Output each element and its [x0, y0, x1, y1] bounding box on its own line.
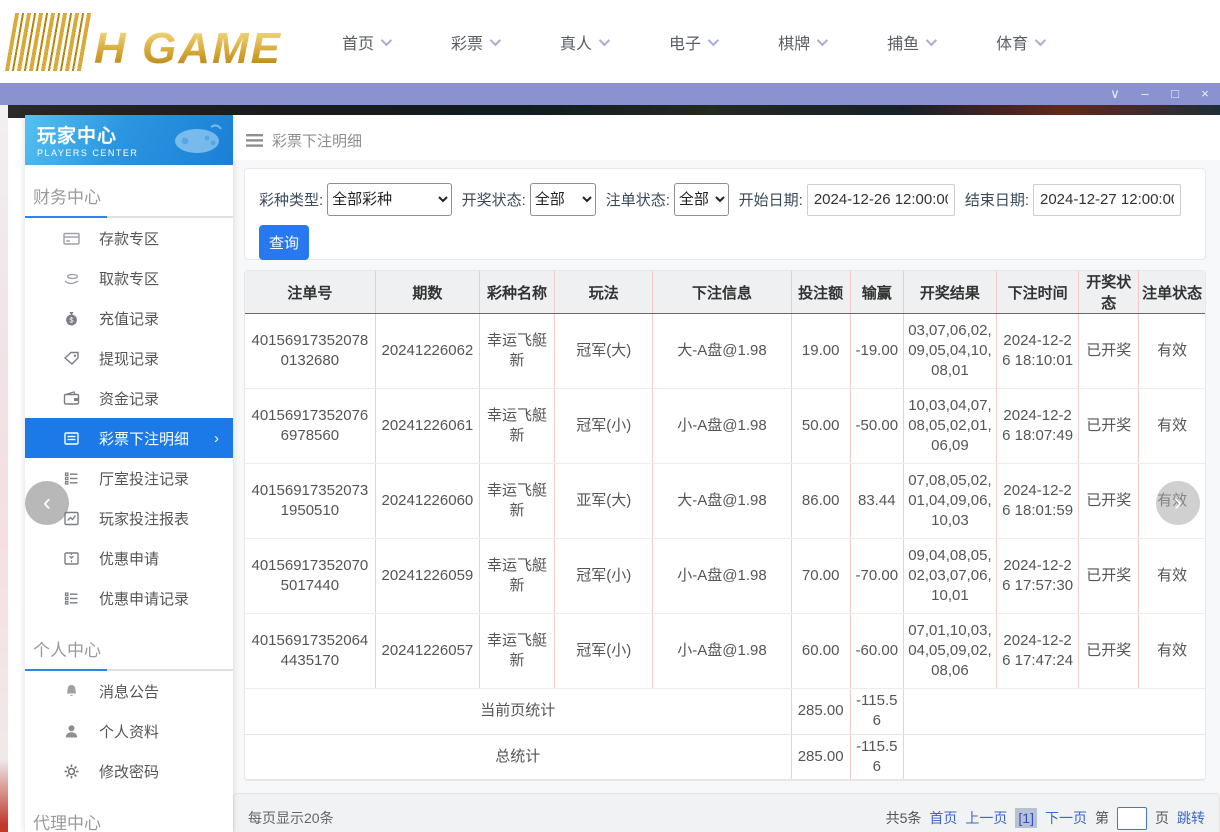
chevron-down-icon	[816, 34, 829, 46]
draw-status-select[interactable]: 全部	[529, 183, 596, 216]
window-minimize-icon[interactable]: –	[1130, 83, 1160, 105]
draw-status-label: 开奖状态:	[461, 192, 526, 209]
promo-apply-icon	[63, 550, 80, 567]
sidebar-item-announcements[interactable]: 消息公告	[25, 671, 233, 711]
table-row: 401569173520644435170 20241226057 幸运飞艇新 …	[245, 613, 1205, 689]
hamburger-icon[interactable]	[246, 134, 263, 147]
funds-wallet-icon	[63, 390, 80, 407]
scroll-left-arrow[interactable]: ‹	[25, 481, 69, 525]
next-page-link[interactable]: 下一页	[1045, 808, 1087, 828]
window-titlebar: ∨ – □ ×	[0, 83, 1220, 105]
order-status-label: 注单状态:	[605, 192, 670, 209]
section-divider	[25, 669, 233, 671]
page-title: 彩票下注明细	[272, 133, 363, 150]
sidebar-item-lottery-bet-detail[interactable]: 彩票下注明细 ›	[25, 418, 233, 458]
total-count-label: 共5条	[885, 810, 922, 826]
section-title-finance: 财务中心	[33, 188, 101, 207]
sidebar-item-profile[interactable]: 个人资料	[25, 711, 233, 751]
page-jump-input[interactable]	[1117, 806, 1147, 830]
query-button[interactable]: 查询	[259, 225, 309, 260]
nav-item-lottery[interactable]: 彩票	[451, 30, 502, 54]
gamepad-icon	[175, 124, 222, 153]
nav-item-home[interactable]: 首页	[342, 30, 393, 54]
pagination-bar: 每页显示20条 共5条 首页 上一页 [1] 下一页 第 页 跳转	[233, 793, 1220, 832]
end-date-input[interactable]	[1032, 183, 1181, 216]
filter-panel: 彩种类型: 全部彩种 开奖状态: 全部 注单状态: 全部 开始日期: 结束日期:…	[244, 168, 1206, 260]
withdraw-tag-icon	[63, 350, 80, 367]
jump-suffix-label: 页	[1155, 810, 1169, 826]
total-summary-label: 总统计	[245, 734, 792, 780]
nav-item-fishing[interactable]: 捕鱼	[887, 30, 938, 54]
bet-detail-icon	[63, 430, 80, 447]
chevron-down-icon	[380, 34, 393, 46]
sidebar-item-funds-record[interactable]: 资金记录	[25, 378, 233, 418]
bet-table: 注单号 期数 彩种名称 玩法 下注信息 投注额 输赢 开奖结果 下注时间 开奖状…	[245, 271, 1205, 780]
start-date-label: 开始日期:	[738, 192, 803, 209]
window-dropdown-icon[interactable]: ∨	[1100, 83, 1130, 105]
chevron-right-icon: ›	[214, 429, 219, 447]
table-row: 401569173520705017440 20241226059 幸运飞艇新 …	[245, 538, 1205, 614]
page: H GAME 首页 彩票 真人 电子 棋牌 捕鱼 体育 ∨ – □ × 彩票下注…	[0, 0, 1220, 832]
end-date-label: 结束日期:	[964, 192, 1029, 209]
start-date-input[interactable]	[806, 183, 955, 216]
deposit-card-icon	[63, 230, 80, 247]
section-divider	[25, 216, 233, 218]
site-header: H GAME 首页 彩票 真人 电子 棋牌 捕鱼 体育	[0, 0, 1220, 83]
withdraw-hand-icon	[63, 270, 80, 287]
hall-bet-icon	[63, 470, 80, 487]
chevron-down-icon	[925, 34, 938, 46]
nav-item-sports[interactable]: 体育	[996, 30, 1047, 54]
table-row: 401569173520780132680 20241226062 幸运飞艇新 …	[245, 313, 1205, 389]
first-page-link[interactable]: 首页	[929, 808, 957, 828]
section-title-personal: 个人中心	[33, 641, 101, 660]
page-summary-row: 当前页统计 285.00 -115.56	[245, 688, 1205, 735]
logo-text: H GAME	[94, 23, 282, 73]
page-size-label: 每页显示20条	[248, 810, 334, 826]
chevron-down-icon	[489, 34, 502, 46]
order-status-select[interactable]: 全部	[673, 183, 729, 216]
section-title-agent: 代理中心	[33, 814, 101, 832]
current-page-badge: [1]	[1015, 808, 1037, 828]
chevron-down-icon	[707, 34, 720, 46]
bell-icon	[63, 683, 80, 700]
chevron-down-icon	[598, 34, 611, 46]
table-row: 401569173520766978560 20241226061 幸运飞艇新 …	[245, 388, 1205, 464]
page-summary-label: 当前页统计	[245, 688, 792, 735]
user-icon	[63, 723, 80, 740]
window-close-icon[interactable]: ×	[1190, 83, 1220, 105]
gear-icon	[63, 763, 80, 780]
window-maximize-icon[interactable]: □	[1160, 83, 1190, 105]
prev-page-link[interactable]: 上一页	[965, 808, 1007, 828]
chevron-down-icon	[1034, 34, 1047, 46]
table-header-row: 注单号 期数 彩种名称 玩法 下注信息 投注额 输赢 开奖结果 下注时间 开奖状…	[245, 271, 1205, 314]
main-content: 彩票下注明细 彩种类型: 全部彩种 开奖状态: 全部 注单状态: 全部 开始日期…	[233, 115, 1220, 832]
total-summary-row: 总统计 285.00 -115.56	[245, 734, 1205, 780]
bet-table-panel: 注单号 期数 彩种名称 玩法 下注信息 投注额 输赢 开奖结果 下注时间 开奖状…	[244, 270, 1206, 781]
lottery-type-select[interactable]: 全部彩种	[327, 183, 452, 216]
sidebar-item-deposit[interactable]: 存款专区	[25, 218, 233, 258]
nav-item-live[interactable]: 真人	[560, 30, 611, 54]
promo-record-icon	[63, 590, 80, 607]
sidebar-item-recharge-record[interactable]: $ 充值记录	[25, 298, 233, 338]
scroll-right-arrow[interactable]: ›	[1156, 481, 1200, 525]
sidebar: 玩家中心 PLAYERS CENTER 财务中心 存款专区 取款专区 $ 充值记…	[25, 115, 233, 832]
breadcrumb: 彩票下注明细	[233, 115, 1220, 160]
sidebar-header: 玩家中心 PLAYERS CENTER	[25, 115, 233, 165]
sidebar-item-promo-record[interactable]: 优惠申请记录	[25, 578, 233, 618]
sidebar-item-withdraw-zone[interactable]: 取款专区	[25, 258, 233, 298]
main-nav: 首页 彩票 真人 电子 棋牌 捕鱼 体育	[342, 30, 1047, 54]
lottery-type-label: 彩种类型:	[259, 192, 324, 209]
sidebar-item-change-password[interactable]: 修改密码	[25, 751, 233, 791]
recharge-bag-icon: $	[63, 310, 80, 327]
desktop-wallpaper-strip	[0, 105, 8, 832]
table-row: 401569173520731950510 20241226060 幸运飞艇新 …	[245, 463, 1205, 539]
sidebar-item-promo-apply[interactable]: 优惠申请	[25, 538, 233, 578]
nav-item-slots[interactable]: 电子	[669, 30, 720, 54]
nav-item-chess[interactable]: 棋牌	[778, 30, 829, 54]
logo-stripes-icon	[4, 12, 94, 71]
logo: H GAME	[4, 12, 300, 73]
jump-prefix-label: 第	[1095, 810, 1109, 826]
sidebar-item-withdraw-record[interactable]: 提现记录	[25, 338, 233, 378]
jump-button[interactable]: 跳转	[1177, 808, 1205, 828]
